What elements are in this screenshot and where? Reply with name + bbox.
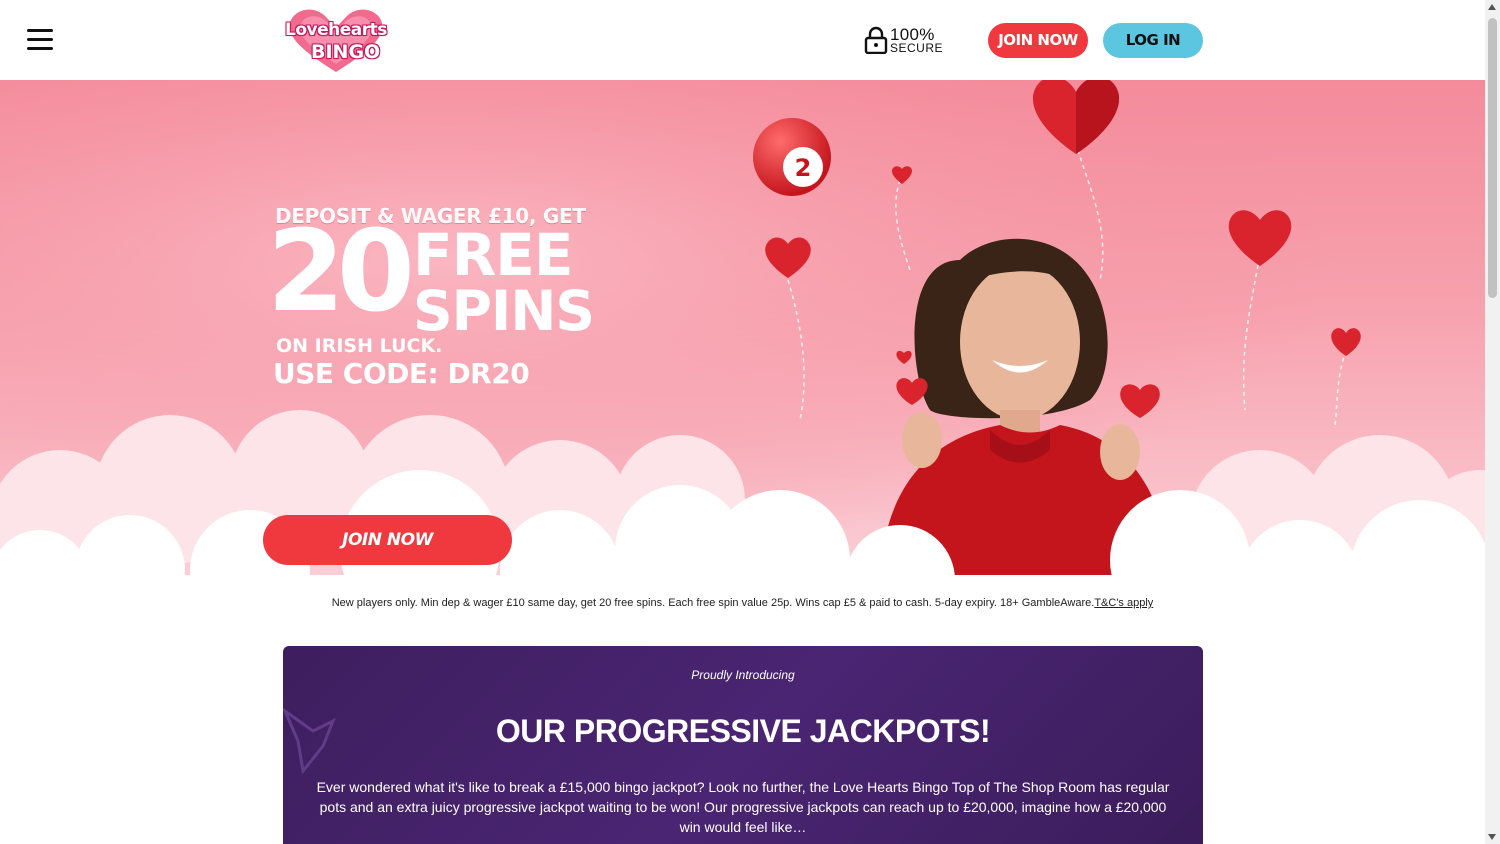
jackpot-intro: Proudly Introducing: [691, 668, 795, 682]
jackpot-card: Proudly Introducing OUR PROGRESSIVE JACK…: [283, 646, 1203, 844]
promo-spins-label: SPINS: [413, 279, 595, 343]
heart-logo-icon: [289, 9, 383, 73]
promo-code-line: USE CODE: DR20: [273, 357, 530, 390]
page: Lovehearts BINGO 100% SECURE JOIN NOW LO…: [0, 0, 1500, 844]
scroll-thumb[interactable]: [1488, 18, 1497, 298]
promo-game-line: ON IRISH LUCK.: [276, 335, 443, 357]
logo-text-bottom: BINGO: [311, 41, 381, 63]
jackpot-title: OUR PROGRESSIVE JACKPOTS!: [495, 713, 991, 749]
page-scrollbar[interactable]: [1485, 0, 1500, 844]
menu-icon[interactable]: [27, 29, 53, 51]
terms-text: New players only. Min dep & wager £10 sa…: [331, 597, 1095, 609]
terms-link[interactable]: T&C's apply: [1094, 597, 1153, 609]
promo-spin-count: 20: [267, 207, 415, 337]
join-now-button[interactable]: JOIN NOW: [988, 23, 1088, 58]
hero-banner: 2 DEPOSIT & WAGER £10, GET 20 FREE SPINS…: [0, 80, 1485, 590]
scroll-up-icon[interactable]: [1488, 4, 1496, 10]
secure-label: SECURE: [890, 41, 944, 55]
hero-illustration: 2: [0, 80, 1485, 590]
logo-text-top: Lovehearts: [285, 20, 387, 40]
terms-line: New players only. Min dep & wager £10 sa…: [0, 597, 1485, 609]
lock-icon: [864, 26, 888, 54]
bingo-ball-icon: 2: [753, 118, 831, 196]
hero-join-now-button[interactable]: JOIN NOW: [263, 515, 512, 565]
svg-text:2: 2: [795, 154, 812, 182]
secure-badge: 100% SECURE: [864, 25, 944, 56]
log-in-button[interactable]: LOG IN: [1103, 23, 1203, 58]
jackpot-description: Ever wondered what it's like to break a …: [316, 779, 1170, 835]
scroll-down-icon[interactable]: [1488, 834, 1496, 840]
site-logo[interactable]: Lovehearts BINGO: [281, 6, 391, 74]
site-header: Lovehearts BINGO 100% SECURE JOIN NOW LO…: [0, 0, 1485, 80]
promo-free-label: FREE: [413, 221, 574, 289]
